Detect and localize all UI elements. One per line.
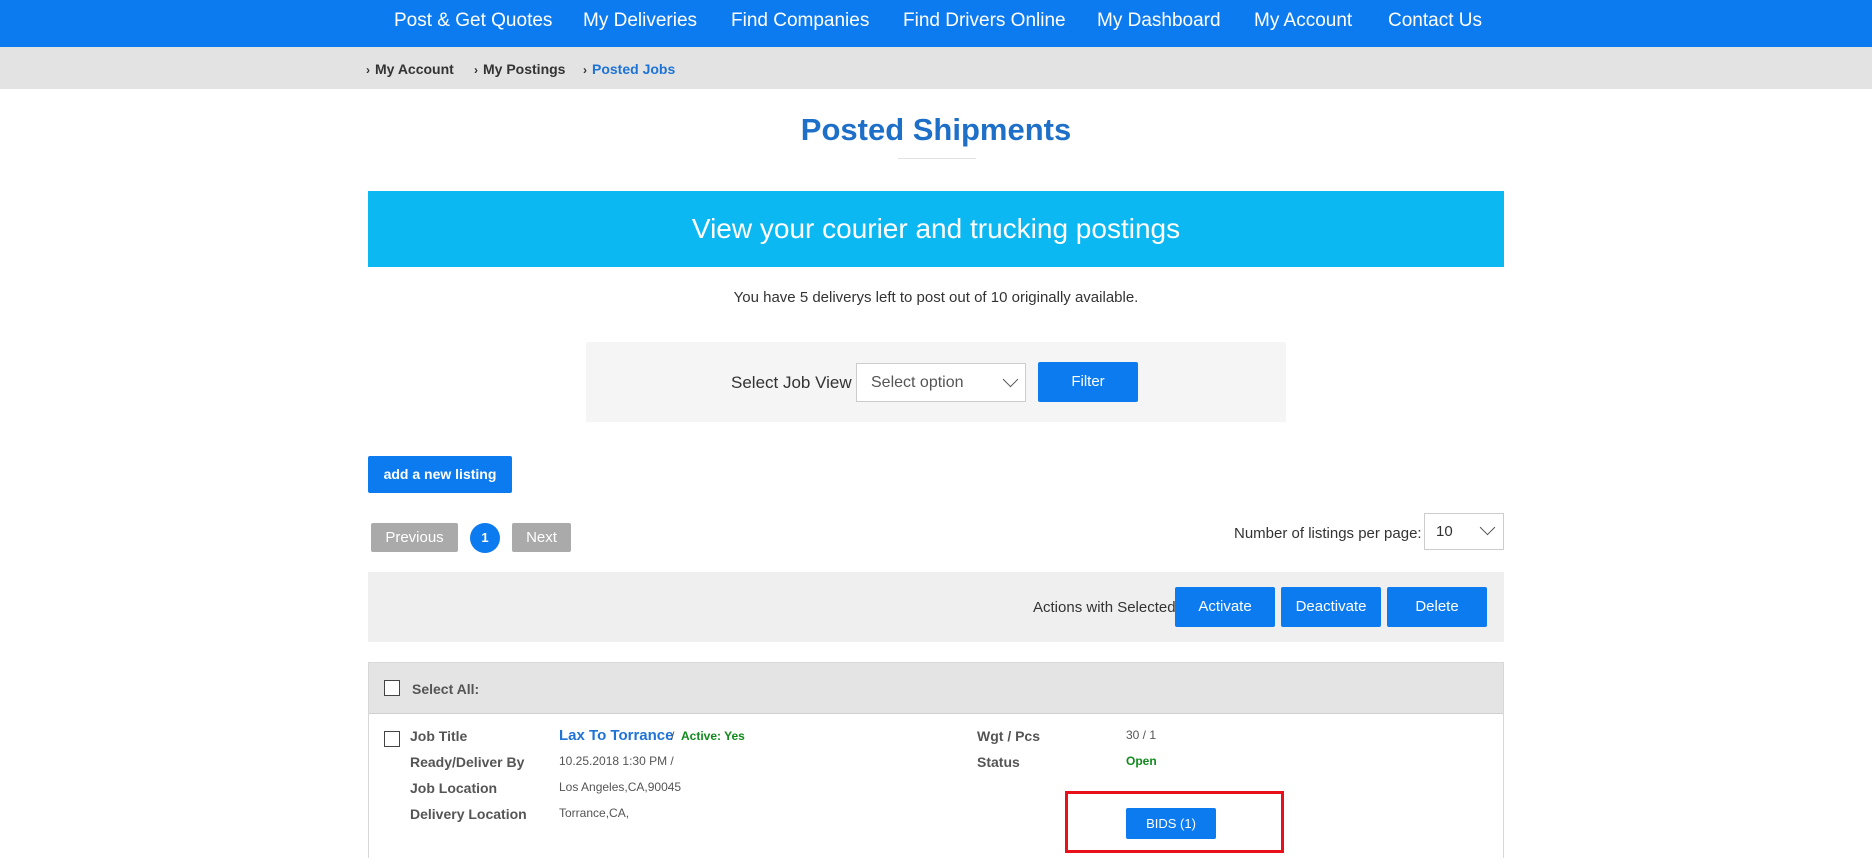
deactivate-button[interactable]: Deactivate bbox=[1281, 587, 1381, 627]
banner-text: View your courier and trucking postings bbox=[691, 213, 1181, 244]
job-title-label: Job Title bbox=[410, 728, 468, 744]
nav-post-get-quotes[interactable]: Post & Get Quotes bbox=[394, 10, 552, 32]
filter-button[interactable]: Filter bbox=[1038, 362, 1138, 402]
top-navigation: Post & Get Quotes My Deliveries Find Com… bbox=[0, 0, 1872, 47]
job-title-link[interactable]: Lax To Torrance bbox=[559, 727, 673, 744]
wgt-pcs-value: 30 / 1 bbox=[1126, 728, 1157, 742]
nav-my-dashboard[interactable]: My Dashboard bbox=[1097, 10, 1221, 32]
next-page-button[interactable]: Next bbox=[512, 523, 571, 552]
breadcrumb-my-account[interactable]: › My Account bbox=[366, 61, 454, 77]
chevron-down-icon bbox=[1479, 519, 1496, 536]
ready-deliver-value: 10.25.2018 1:30 PM / bbox=[559, 754, 674, 768]
select-all-label: Select All: bbox=[412, 681, 480, 697]
per-page-select-value: 10 bbox=[1436, 523, 1453, 540]
delivery-location-label: Delivery Location bbox=[410, 806, 527, 822]
activate-button[interactable]: Activate bbox=[1175, 587, 1275, 627]
nav-find-drivers-online[interactable]: Find Drivers Online bbox=[903, 10, 1066, 32]
per-page-label: Number of listings per page: bbox=[1234, 525, 1422, 542]
select-all-checkbox[interactable] bbox=[384, 680, 400, 696]
page-title: Posted Shipments bbox=[800, 112, 1072, 147]
listings-header bbox=[369, 663, 1503, 714]
status-value: Open bbox=[1126, 754, 1157, 768]
breadcrumb: › My Account › My Postings › Posted Jobs bbox=[0, 47, 1872, 89]
title-separator: / bbox=[671, 729, 675, 743]
info-banner: View your courier and trucking postings bbox=[368, 191, 1504, 267]
add-new-listing-button[interactable]: add a new listing bbox=[368, 456, 512, 493]
breadcrumb-my-postings[interactable]: › My Postings bbox=[474, 61, 565, 77]
actions-label: Actions with Selected: bbox=[1033, 599, 1180, 616]
page-number-current[interactable]: 1 bbox=[470, 523, 500, 553]
previous-page-button[interactable]: Previous bbox=[371, 523, 458, 552]
job-view-select[interactable]: Select option bbox=[856, 363, 1026, 402]
wgt-pcs-label: Wgt / Pcs bbox=[977, 728, 1041, 744]
job-view-select-value: Select option bbox=[871, 374, 964, 391]
bids-button[interactable]: BIDS (1) bbox=[1126, 808, 1216, 839]
job-location-label: Job Location bbox=[410, 780, 498, 796]
active-status-badge: Active: Yes bbox=[681, 729, 745, 743]
chevron-right-icon: › bbox=[474, 63, 478, 77]
ready-deliver-label: Ready/Deliver By bbox=[410, 754, 525, 770]
status-label: Status bbox=[977, 754, 1020, 770]
posting-quota-text: You have 5 deliverys left to post out of… bbox=[733, 289, 1139, 306]
delivery-location-value: Torrance,CA, bbox=[559, 806, 630, 820]
job-row-checkbox[interactable] bbox=[384, 731, 400, 747]
per-page-select[interactable]: 10 bbox=[1424, 513, 1504, 550]
delete-button[interactable]: Delete bbox=[1387, 587, 1487, 627]
nav-contact-us[interactable]: Contact Us bbox=[1388, 10, 1482, 32]
job-view-label: Select Job View bbox=[731, 373, 852, 392]
nav-my-deliveries[interactable]: My Deliveries bbox=[583, 10, 697, 32]
nav-my-account[interactable]: My Account bbox=[1254, 10, 1352, 32]
title-divider bbox=[898, 158, 976, 159]
breadcrumb-posted-jobs[interactable]: › Posted Jobs bbox=[583, 61, 675, 77]
chevron-down-icon bbox=[1002, 371, 1019, 388]
nav-find-companies[interactable]: Find Companies bbox=[731, 10, 869, 32]
chevron-right-icon: › bbox=[366, 63, 370, 77]
chevron-right-icon: › bbox=[583, 63, 587, 77]
job-location-value: Los Angeles,CA,90045 bbox=[559, 780, 682, 794]
